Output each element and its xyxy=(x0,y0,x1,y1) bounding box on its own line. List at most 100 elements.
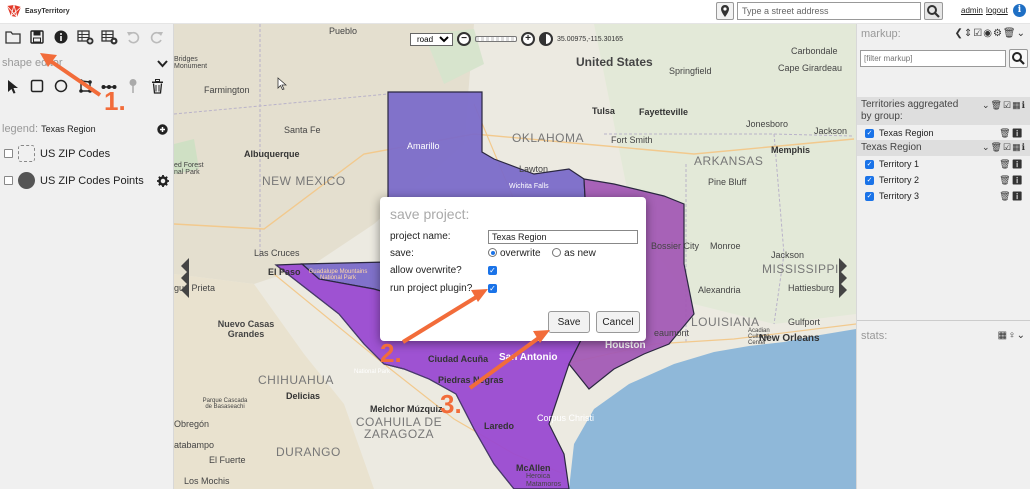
check-all-icon[interactable]: ☑ xyxy=(1003,100,1012,110)
info-icon[interactable]: ℹ xyxy=(1012,191,1024,201)
map-label: OKLAHOMA xyxy=(512,131,585,145)
info-icon[interactable]: i xyxy=(1013,4,1026,17)
overwrite-radio[interactable] xyxy=(488,248,497,257)
info-icon[interactable]: ℹ xyxy=(1012,159,1024,169)
rectangle-tool-icon[interactable] xyxy=(27,76,47,96)
territory-item[interactable]: ✓ Territory 2 xyxy=(865,175,919,185)
trash-icon[interactable]: 🗑 xyxy=(999,128,1011,138)
layer-row[interactable]: US ZIP Codes xyxy=(4,145,110,162)
trash-icon[interactable]: 🗑 xyxy=(991,142,1003,152)
as-new-radio[interactable] xyxy=(552,248,562,257)
map-label: Fayetteville xyxy=(639,107,689,117)
item-checkbox[interactable]: ✓ xyxy=(865,175,874,185)
info-circle-icon[interactable] xyxy=(51,27,71,47)
zoom-in-button[interactable]: + xyxy=(521,32,535,46)
circle-tool-icon[interactable] xyxy=(51,76,71,96)
polygon-tool-icon[interactable] xyxy=(75,76,95,96)
trash-icon[interactable]: 🗑 xyxy=(999,191,1011,201)
filter-search-button[interactable] xyxy=(1009,49,1028,68)
app-logo[interactable]: EasyTerritory xyxy=(6,4,70,18)
run-plugin-checkbox[interactable]: ✓ xyxy=(488,284,497,293)
layer-checkbox[interactable] xyxy=(4,176,13,185)
collapse-left-icon[interactable] xyxy=(180,256,190,300)
item-checkbox[interactable]: ✓ xyxy=(865,191,874,201)
visibility-icon[interactable]: ◉ xyxy=(983,28,993,39)
redo-icon[interactable] xyxy=(147,27,167,47)
edit-table-icon[interactable] xyxy=(99,27,119,47)
overwrite-label: overwrite xyxy=(500,248,541,259)
chevron-down-icon[interactable] xyxy=(157,60,168,68)
layer-checkbox[interactable] xyxy=(4,149,13,158)
info-icon[interactable]: ℹ xyxy=(1012,128,1024,138)
chevron-down-icon[interactable]: ⌄ xyxy=(1017,330,1026,341)
admin-link[interactable]: admin xyxy=(961,6,983,15)
address-search-button[interactable] xyxy=(924,2,943,20)
undo-icon[interactable] xyxy=(123,27,143,47)
map-label: Santa Fe xyxy=(284,125,321,135)
allow-overwrite-checkbox[interactable]: ✓ xyxy=(488,266,497,275)
collapse-right-icon[interactable] xyxy=(838,256,848,300)
basemap-select[interactable]: road xyxy=(410,32,453,46)
cancel-button[interactable]: Cancel xyxy=(596,311,640,333)
map-label: McAllen xyxy=(516,463,551,473)
save-icon[interactable] xyxy=(27,27,47,47)
chevron-down-icon[interactable]: ⌄ xyxy=(982,100,991,110)
map-label: Pine Bluff xyxy=(708,177,747,187)
app-name: EasyTerritory xyxy=(25,7,70,15)
zoom-slider[interactable] xyxy=(475,36,517,42)
map-label: DURANGO xyxy=(276,445,341,459)
filter-markup-input[interactable] xyxy=(860,50,1006,67)
sort-icon[interactable]: ⇕ xyxy=(964,28,973,39)
info-icon[interactable]: ℹ xyxy=(1022,100,1026,110)
logout-link[interactable]: logout xyxy=(986,6,1008,15)
territory-item[interactable]: ✓ Territory 3 xyxy=(865,191,919,201)
map-label: Nuevo Casas Grandes xyxy=(217,319,275,339)
address-search-input[interactable] xyxy=(737,2,921,20)
point-symbol xyxy=(18,172,35,189)
add-table-icon[interactable] xyxy=(75,27,95,47)
item-checkbox[interactable]: ✓ xyxy=(865,159,874,169)
chevron-down-icon[interactable]: ⌄ xyxy=(1017,28,1026,39)
territory-item[interactable]: ✓ Territory 1 xyxy=(865,159,919,169)
item-actions: 🗑ℹ xyxy=(999,159,1024,170)
location-button[interactable] xyxy=(716,2,734,20)
table-icon[interactable]: ▦ xyxy=(1012,142,1022,152)
map-label: Heroica Matamoros xyxy=(526,473,562,488)
settings-icon[interactable]: ⚙ xyxy=(993,28,1003,39)
gear-icon[interactable] xyxy=(157,175,169,187)
layer-row[interactable]: US ZIP Codes Points xyxy=(4,172,144,189)
map-label: Los Mochis xyxy=(184,476,230,486)
table-icon[interactable]: ▦ xyxy=(1012,100,1022,110)
aggregated-item[interactable]: ✓ Texas Region xyxy=(865,128,934,138)
trash-icon[interactable] xyxy=(147,76,167,96)
map-label: United States xyxy=(576,55,653,69)
trash-icon[interactable]: 🗑 xyxy=(999,159,1011,169)
zoom-out-button[interactable]: − xyxy=(457,32,471,46)
map-label: LOUISIANA xyxy=(691,315,760,329)
save-button[interactable]: Save xyxy=(548,311,590,333)
project-name-input[interactable] xyxy=(488,230,638,244)
chevron-down-icon[interactable]: ⌄ xyxy=(982,142,991,152)
collapse-icon[interactable]: ❮ xyxy=(954,28,963,39)
trash-icon[interactable]: 🗑 xyxy=(999,175,1011,185)
table-icon[interactable]: ▦ xyxy=(998,330,1008,341)
map-label: Albuquerque xyxy=(244,149,300,159)
check-all-icon[interactable]: ☑ xyxy=(1003,142,1012,152)
pointer-icon[interactable] xyxy=(3,76,23,96)
shape-editor-toolbar xyxy=(3,76,167,96)
check-all-icon[interactable]: ☑ xyxy=(973,28,983,39)
trash-icon[interactable]: 🗑 xyxy=(1003,28,1017,39)
stats-heading: stats: xyxy=(861,330,888,342)
lightbulb-icon[interactable]: ♀ xyxy=(1008,330,1017,341)
item-checkbox[interactable]: ✓ xyxy=(865,128,874,138)
add-layer-icon[interactable] xyxy=(157,124,168,135)
open-folder-icon[interactable] xyxy=(3,27,23,47)
info-icon[interactable]: ℹ xyxy=(1012,175,1024,185)
trash-icon[interactable]: 🗑 xyxy=(991,100,1003,110)
item-actions: 🗑ℹ xyxy=(999,191,1024,202)
map-label: Parque Cascada de Basaseachi xyxy=(202,398,248,410)
map-label: Bossier City xyxy=(651,241,700,251)
info-icon[interactable]: ℹ xyxy=(1022,142,1026,152)
pin-tool-icon[interactable] xyxy=(123,76,143,96)
contrast-icon[interactable] xyxy=(539,32,553,46)
